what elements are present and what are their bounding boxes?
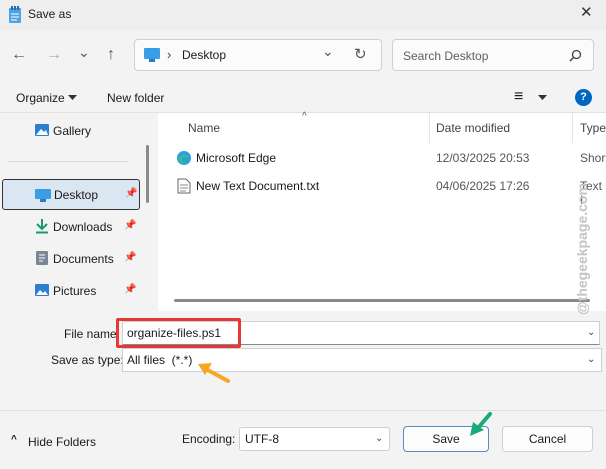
new-folder-button[interactable]: New folder <box>107 91 164 105</box>
pin-icon: 📌 <box>124 220 137 231</box>
view-dropdown-icon[interactable] <box>538 95 547 101</box>
breadcrumb-separator: › <box>167 47 172 62</box>
watermark-text: @thegeekpage.com <box>574 183 590 315</box>
filename-label: File name: <box>64 327 121 341</box>
hide-folders-icon[interactable]: ^ <box>11 434 17 445</box>
view-options-icon[interactable]: ≡ <box>514 88 523 106</box>
up-icon[interactable]: ↑ <box>107 45 115 65</box>
column-header-name[interactable]: Name <box>188 121 220 135</box>
file-date: 12/03/2025 20:53 <box>436 151 530 165</box>
savetype-value: All files (*.*) <box>127 353 193 367</box>
back-icon[interactable]: ← <box>11 45 27 65</box>
column-header-date[interactable]: Date modified <box>436 121 510 135</box>
search-box[interactable]: Search Desktop <box>392 39 594 71</box>
orange-arrow-icon <box>198 363 230 383</box>
organize-button[interactable]: Organize <box>16 91 65 105</box>
savetype-select[interactable]: All files (*.*) ⌄ <box>122 348 602 372</box>
encoding-select[interactable]: UTF-8 ⌄ <box>239 427 390 451</box>
recent-locations-icon[interactable]: ⌄ <box>78 42 90 62</box>
forward-icon[interactable]: → <box>46 45 62 65</box>
close-icon[interactable]: ✕ <box>580 4 593 22</box>
sidebar-item-gallery[interactable]: Gallery <box>2 116 140 146</box>
sidebar-scrollbar[interactable] <box>146 145 149 203</box>
horizontal-scrollbar[interactable] <box>174 299 590 302</box>
sidebar-item-downloads[interactable]: Downloads 📌 <box>2 212 140 242</box>
document-icon <box>36 251 48 265</box>
chevron-down-icon[interactable]: ⌄ <box>587 354 595 365</box>
pin-icon: 📌 <box>125 188 138 199</box>
search-input[interactable]: Search Desktop <box>403 49 488 63</box>
file-row[interactable]: Microsoft Edge 12/03/2025 20:53 Short <box>158 145 606 171</box>
notepad-icon <box>9 6 21 23</box>
refresh-icon[interactable]: ↻ <box>354 45 367 63</box>
savetype-label: Save as type: <box>51 353 124 367</box>
desktop-icon <box>35 189 51 202</box>
chevron-down-icon[interactable]: ⌄ <box>375 433 383 444</box>
file-row[interactable]: New Text Document.txt 04/06/2025 17:26 T… <box>158 173 606 207</box>
file-type: Short <box>580 151 606 165</box>
text-file-icon <box>177 178 191 194</box>
encoding-value: UTF-8 <box>245 432 279 446</box>
file-date: 04/06/2025 17:26 <box>436 179 530 193</box>
filename-highlight-box <box>116 318 241 348</box>
address-dropdown-icon[interactable]: ⌄ <box>322 43 334 60</box>
file-list: ^ Name Date modified Type Microsoft Edge… <box>158 111 606 311</box>
address-bar[interactable]: › Desktop ⌄ ↻ <box>134 39 382 71</box>
watermark: @thegeekpage.com <box>574 183 590 315</box>
caret-down-icon <box>68 95 77 100</box>
desktop-icon <box>144 48 160 62</box>
search-icon <box>569 49 582 62</box>
download-icon <box>36 219 48 234</box>
sidebar-item-label: Pictures <box>53 284 97 298</box>
filename-dropdown-icon[interactable]: ⌄ <box>587 327 595 338</box>
gallery-icon <box>35 124 49 136</box>
pin-icon: 📌 <box>124 252 137 263</box>
column-divider <box>429 113 430 143</box>
file-name: Microsoft Edge <box>196 151 277 165</box>
encoding-label: Encoding: <box>182 432 236 446</box>
navigation-pane: Gallery Desktop 📌 Downloads 📌 Documents … <box>0 113 145 311</box>
sidebar-item-desktop[interactable]: Desktop 📌 <box>2 179 140 210</box>
sidebar-item-label: Gallery <box>53 124 92 138</box>
sidebar-item-documents[interactable]: Documents 📌 <box>2 244 140 274</box>
pictures-icon <box>35 284 49 296</box>
pin-icon: 📌 <box>124 284 137 295</box>
help-icon[interactable]: ? <box>575 89 592 106</box>
column-divider <box>572 113 573 143</box>
sidebar-item-label: Documents <box>53 252 114 266</box>
window-title: Save as <box>28 7 72 21</box>
file-name: New Text Document.txt <box>196 179 320 193</box>
green-arrow-icon <box>470 412 492 436</box>
sidebar-item-label: Desktop <box>54 188 99 202</box>
cancel-button[interactable]: Cancel <box>502 426 593 452</box>
sidebar-item-pictures[interactable]: Pictures 📌 <box>2 276 140 306</box>
title-bar <box>0 0 606 30</box>
sidebar-divider <box>8 161 128 162</box>
hide-folders-button[interactable]: Hide Folders <box>28 435 96 449</box>
sidebar-item-label: Downloads <box>53 220 113 234</box>
breadcrumb-desktop[interactable]: Desktop <box>182 48 226 62</box>
edge-icon <box>177 151 191 165</box>
column-header-type[interactable]: Type <box>580 121 606 135</box>
sort-indicator-icon: ^ <box>302 111 307 122</box>
